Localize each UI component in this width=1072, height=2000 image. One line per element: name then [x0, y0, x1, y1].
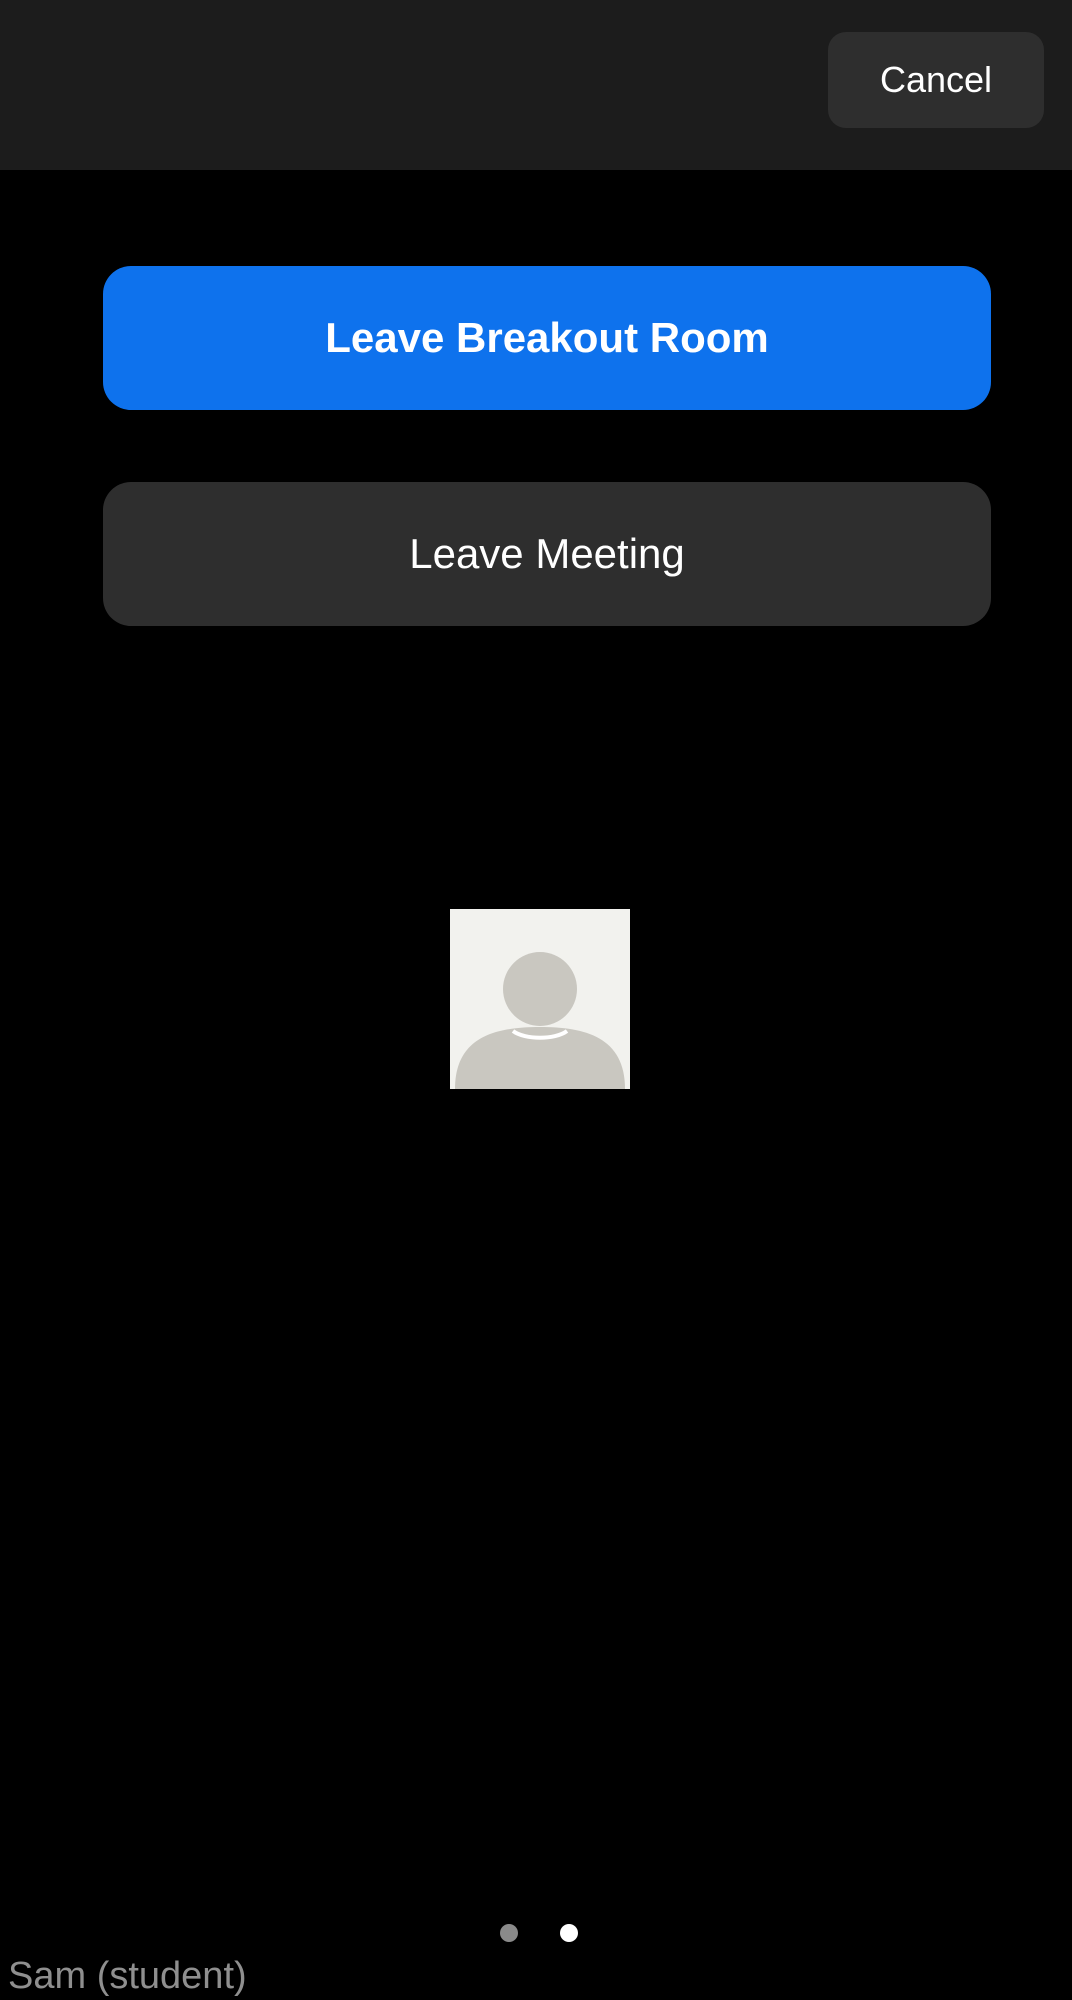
page-dot-2-active[interactable]: [560, 1924, 578, 1942]
default-user-avatar-icon: [450, 909, 630, 1089]
leave-meeting-button[interactable]: Leave Meeting: [103, 482, 991, 626]
leave-breakout-room-button[interactable]: Leave Breakout Room: [103, 266, 991, 410]
page-dot-1[interactable]: [500, 1924, 518, 1942]
page-indicator: [0, 1924, 1072, 1944]
top-bar: Cancel: [0, 0, 1072, 170]
participant-name-label: Sam (student): [8, 1955, 247, 1997]
cancel-button[interactable]: Cancel: [828, 32, 1044, 128]
